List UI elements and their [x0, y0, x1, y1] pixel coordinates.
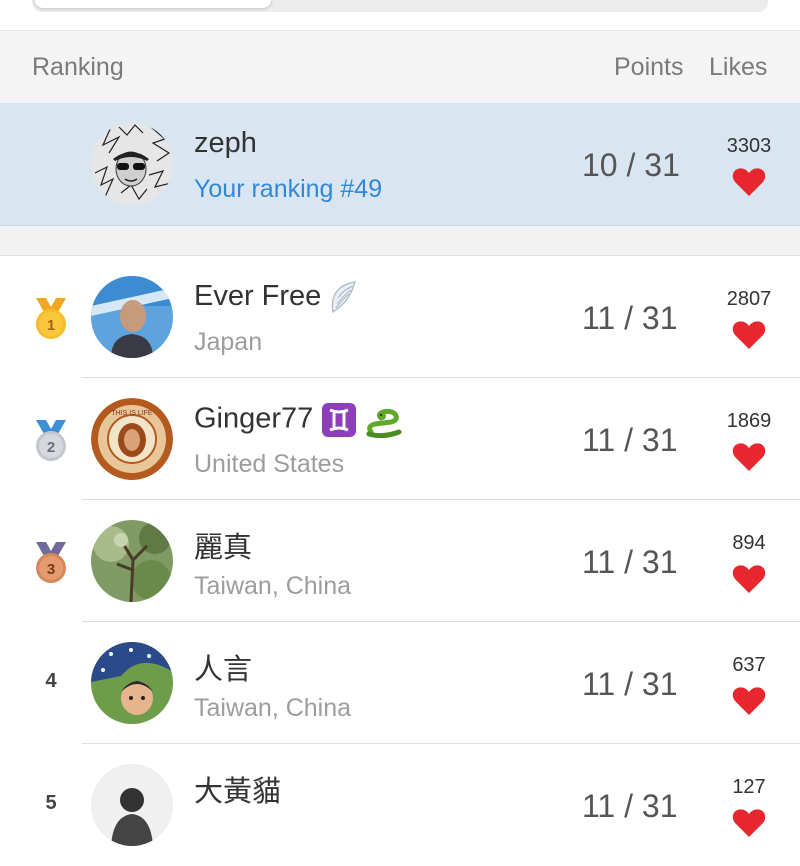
points: 11 / 31	[582, 300, 678, 336]
username: 大黃貓	[194, 776, 282, 808]
ranking-row[interactable]: 5 大黃貓 11 / 31 127	[0, 744, 800, 866]
location: Taiwan, China	[194, 572, 352, 600]
heart-icon[interactable]	[732, 808, 766, 838]
likes-count: 127	[732, 776, 766, 798]
points-column-label: Points	[614, 53, 684, 81]
likes-count: 1869	[726, 410, 772, 432]
username: 人言	[194, 654, 253, 686]
gold-medal-icon: 1	[36, 298, 66, 339]
points: 11 / 31	[582, 666, 678, 702]
angel-wing-icon	[332, 281, 357, 314]
svg-text:1: 1	[47, 317, 55, 334]
my-points: 10 / 31	[582, 147, 680, 183]
ranking-column-label: Ranking	[32, 53, 124, 81]
ranking-row[interactable]: 3 麗真 Taiwan, China 11 / 31 894	[0, 500, 800, 622]
likes-count: 637	[732, 654, 766, 676]
points: 11 / 31	[582, 422, 678, 458]
location: Japan	[194, 328, 263, 356]
ranking-row[interactable]: 4 人言 Taiwan, China 11 / 31 637	[0, 622, 800, 744]
svg-text:3: 3	[47, 561, 55, 578]
rank-number: 4	[45, 670, 57, 692]
avatar-image	[91, 123, 173, 205]
avatar-image: THIS IS LIFE	[91, 398, 173, 480]
my-likes-count: 3303	[726, 135, 772, 157]
heart-icon[interactable]	[732, 686, 766, 716]
username-text: Ginger77	[194, 402, 314, 435]
avatar-image	[91, 642, 173, 724]
gemini-icon	[322, 403, 357, 437]
avatar[interactable]	[91, 642, 173, 724]
avatar[interactable]	[91, 276, 173, 358]
likes-count: 2807	[726, 288, 772, 310]
avatar[interactable]	[91, 520, 173, 602]
avatar-image	[91, 276, 173, 358]
my-ranking-row[interactable]: zeph Your ranking #49 10 / 31 3303	[0, 103, 800, 226]
svg-text:THIS IS LIFE: THIS IS LIFE	[111, 410, 153, 417]
silver-medal-icon: 2	[36, 420, 66, 461]
my-ranking-text[interactable]: Your ranking #49	[194, 175, 382, 204]
svg-text:2: 2	[47, 439, 55, 456]
heart-icon[interactable]	[732, 320, 766, 350]
username-text: Ever Free	[194, 280, 322, 312]
section-spacer	[0, 226, 800, 256]
likes-column-label: Likes	[709, 53, 768, 81]
ranking-header: Ranking Points Likes	[0, 30, 800, 104]
avatar-image	[91, 764, 173, 846]
ranking-row[interactable]: 2 THIS IS LIFE Ginger77 United States 11…	[0, 378, 800, 500]
avatar[interactable]	[91, 764, 173, 846]
snake-icon	[366, 408, 402, 438]
likes-count: 894	[732, 532, 766, 554]
avatar[interactable]: THIS IS LIFE	[91, 398, 173, 480]
my-username: zeph	[194, 127, 257, 159]
rank-number: 5	[45, 792, 57, 814]
heart-icon[interactable]	[732, 564, 766, 594]
points: 11 / 31	[582, 788, 678, 824]
username: Ginger77	[194, 402, 403, 438]
segmented-control	[0, 0, 800, 30]
location: United States	[194, 450, 345, 478]
avatar[interactable]	[91, 123, 173, 205]
ranking-row[interactable]: 1 Ever Free Japan 11 / 31 2807	[0, 256, 800, 378]
avatar-image	[91, 520, 173, 602]
username: 麗真	[194, 532, 253, 564]
heart-icon[interactable]	[732, 442, 766, 472]
points: 11 / 31	[582, 544, 678, 580]
username: Ever Free	[194, 280, 359, 314]
bronze-medal-icon: 3	[36, 542, 66, 583]
segmented-control-active-tab[interactable]	[35, 0, 271, 8]
heart-icon[interactable]	[732, 167, 766, 197]
location: Taiwan, China	[194, 694, 352, 722]
